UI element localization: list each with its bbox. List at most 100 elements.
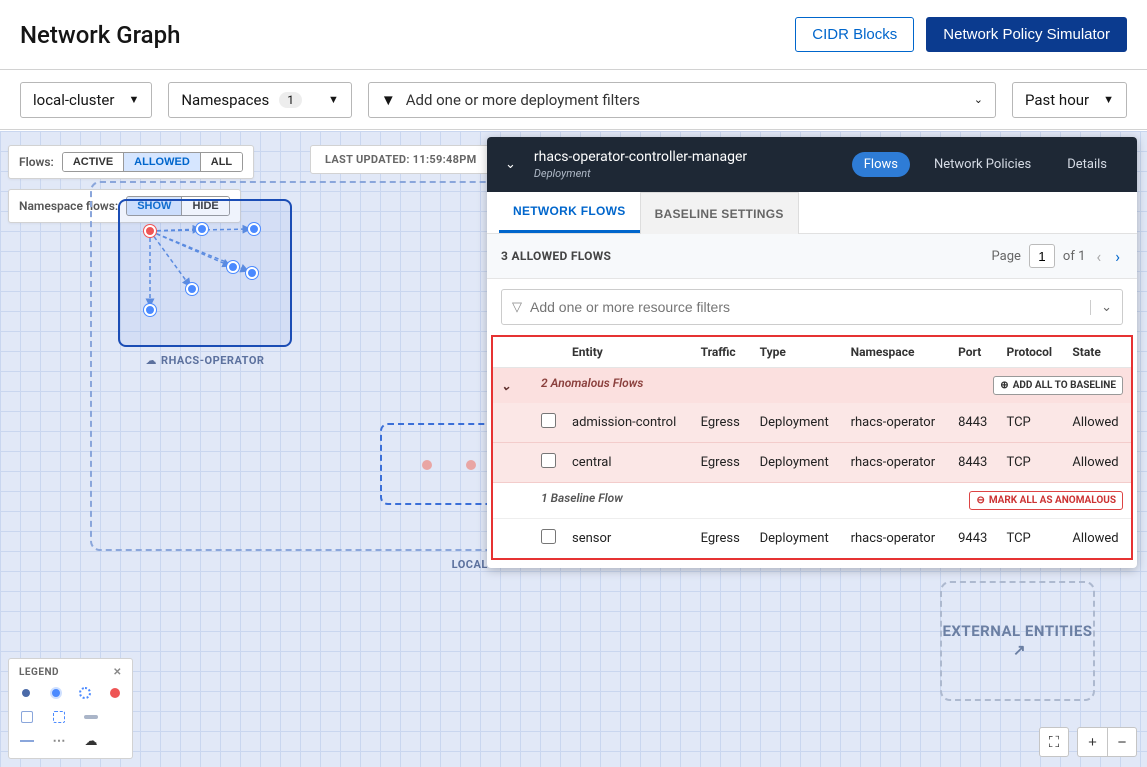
cell-state: Allowed bbox=[1064, 403, 1131, 443]
zoom-in-button[interactable]: + bbox=[1077, 727, 1107, 757]
caret-down-icon[interactable]: ⌄ bbox=[1090, 300, 1112, 315]
tab-details[interactable]: Details bbox=[1055, 152, 1119, 177]
fullscreen-button[interactable]: ⛶ bbox=[1039, 727, 1069, 757]
cell-type: Deployment bbox=[752, 443, 843, 483]
cluster-value: local-cluster bbox=[33, 91, 114, 109]
graph-node[interactable] bbox=[186, 283, 198, 295]
network-graph-canvas[interactable]: Flows: ACTIVE ALLOWED ALL Namespace flow… bbox=[0, 131, 1147, 767]
page-of: of 1 bbox=[1063, 249, 1085, 264]
cidr-blocks-button[interactable]: CIDR Blocks bbox=[795, 17, 914, 52]
external-entities-box[interactable]: EXTERNAL ENTITIES ↗ bbox=[940, 581, 1095, 701]
cell-state: Allowed bbox=[1064, 519, 1131, 559]
graph-node-selected[interactable] bbox=[144, 225, 156, 237]
cell-protocol: TCP bbox=[999, 403, 1065, 443]
legend-panel: LEGEND ✕ bbox=[8, 658, 133, 759]
external-link-icon: ↗ bbox=[1013, 641, 1026, 659]
namespaces-count: 1 bbox=[279, 92, 302, 108]
legend-square-dashed-icon bbox=[51, 710, 67, 724]
cell-traffic: Egress bbox=[693, 519, 752, 559]
cell-port: 8443 bbox=[950, 443, 998, 483]
cell-port: 8443 bbox=[950, 403, 998, 443]
legend-dot-outline-icon bbox=[79, 686, 93, 700]
chevron-down-icon[interactable]: ⌄ bbox=[501, 379, 511, 393]
tab-flows[interactable]: Flows bbox=[852, 152, 910, 177]
legend-cloud-icon bbox=[83, 734, 99, 748]
legend-title: LEGEND bbox=[19, 667, 59, 678]
col-namespace[interactable]: Namespace bbox=[843, 337, 951, 368]
page-label: Page bbox=[992, 249, 1021, 264]
page-input[interactable] bbox=[1029, 244, 1055, 268]
deployment-filter-placeholder: Add one or more deployment filters bbox=[406, 91, 640, 109]
graph-node[interactable] bbox=[466, 460, 476, 470]
page-next-button[interactable]: › bbox=[1112, 247, 1123, 266]
anomalous-group-label: 2 Anomalous Flows bbox=[541, 376, 643, 390]
subtab-network-flows[interactable]: NETWORK FLOWS bbox=[499, 192, 640, 233]
graph-node[interactable] bbox=[144, 304, 156, 316]
row-checkbox[interactable] bbox=[541, 453, 556, 468]
graph-node[interactable] bbox=[422, 460, 432, 470]
page-title: Network Graph bbox=[20, 21, 180, 49]
collapse-icon[interactable]: ⌄ bbox=[505, 157, 516, 172]
external-entities-label: EXTERNAL ENTITIES bbox=[942, 622, 1092, 640]
legend-line-thick-icon bbox=[83, 710, 99, 724]
col-state[interactable]: State bbox=[1064, 337, 1131, 368]
plus-circle-icon: ⊕ bbox=[1000, 380, 1008, 391]
last-updated: LAST UPDATED: 11:59:48PM bbox=[310, 145, 492, 174]
tab-network-policies[interactable]: Network Policies bbox=[922, 152, 1043, 177]
caret-down-icon: ▼ bbox=[1103, 93, 1114, 106]
resource-filter-input[interactable] bbox=[530, 299, 1090, 315]
caret-down-icon: ▼ bbox=[128, 93, 139, 106]
row-checkbox[interactable] bbox=[541, 413, 556, 428]
namespace-box-selected[interactable]: RHACS-OPERATOR bbox=[118, 199, 292, 347]
flows-count: 3 ALLOWED FLOWS bbox=[501, 249, 611, 263]
flows-active-toggle[interactable]: ACTIVE bbox=[63, 153, 123, 171]
cluster-select[interactable]: local-cluster ▼ bbox=[20, 82, 152, 118]
flows-all-toggle[interactable]: ALL bbox=[200, 153, 242, 171]
cell-traffic: Egress bbox=[693, 443, 752, 483]
cell-namespace: rhacs-operator bbox=[843, 519, 951, 559]
col-port[interactable]: Port bbox=[950, 337, 998, 368]
cell-type: Deployment bbox=[752, 403, 843, 443]
subtab-baseline-settings[interactable]: BASELINE SETTINGS bbox=[640, 192, 799, 234]
panel-subtitle: Deployment bbox=[534, 167, 747, 180]
cell-state: Allowed bbox=[1064, 443, 1131, 483]
table-row[interactable]: admission-control Egress Deployment rhac… bbox=[493, 403, 1131, 443]
legend-dot-filled-icon bbox=[49, 686, 63, 700]
mark-all-anomalous-button[interactable]: ⊖MARK ALL AS ANOMALOUS bbox=[969, 491, 1123, 510]
time-range-select[interactable]: Past hour ▼ bbox=[1012, 82, 1127, 118]
deployment-filter-select[interactable]: ▼ Add one or more deployment filters ⌄ bbox=[368, 82, 996, 118]
minus-circle-icon: ⊖ bbox=[976, 495, 984, 506]
col-entity[interactable]: Entity bbox=[564, 337, 693, 368]
caret-down-icon: ▼ bbox=[328, 93, 339, 106]
zoom-out-button[interactable]: − bbox=[1107, 727, 1137, 757]
namespaces-select[interactable]: Namespaces 1 ▼ bbox=[168, 82, 351, 118]
legend-line-dotted-icon bbox=[51, 734, 67, 748]
filter-icon: ▽ bbox=[512, 300, 522, 315]
flows-table: Entity Traffic Type Namespace Port Proto… bbox=[491, 335, 1133, 560]
add-all-to-baseline-button[interactable]: ⊕ADD ALL TO BASELINE bbox=[993, 376, 1123, 395]
legend-line-icon bbox=[19, 734, 35, 748]
close-icon[interactable]: ✕ bbox=[113, 667, 122, 678]
graph-node[interactable] bbox=[246, 267, 258, 279]
cell-entity: central bbox=[564, 443, 693, 483]
table-row[interactable]: central Egress Deployment rhacs-operator… bbox=[493, 443, 1131, 483]
row-checkbox[interactable] bbox=[541, 529, 556, 544]
namespace-label: RHACS-OPERATOR bbox=[146, 354, 265, 367]
legend-dot-icon bbox=[19, 686, 33, 700]
col-traffic[interactable]: Traffic bbox=[693, 337, 752, 368]
graph-node[interactable] bbox=[196, 223, 208, 235]
page-prev-button[interactable]: ‹ bbox=[1093, 247, 1104, 266]
cell-traffic: Egress bbox=[693, 403, 752, 443]
col-type[interactable]: Type bbox=[752, 337, 843, 368]
caret-down-icon: ⌄ bbox=[974, 93, 983, 106]
graph-node[interactable] bbox=[227, 261, 239, 273]
graph-node[interactable] bbox=[248, 223, 260, 235]
cell-entity: admission-control bbox=[564, 403, 693, 443]
network-policy-simulator-button[interactable]: Network Policy Simulator bbox=[926, 17, 1127, 52]
cell-entity: sensor bbox=[564, 519, 693, 559]
table-row[interactable]: sensor Egress Deployment rhacs-operator … bbox=[493, 519, 1131, 559]
cell-namespace: rhacs-operator bbox=[843, 403, 951, 443]
cell-namespace: rhacs-operator bbox=[843, 443, 951, 483]
col-protocol[interactable]: Protocol bbox=[999, 337, 1065, 368]
flows-allowed-toggle[interactable]: ALLOWED bbox=[123, 153, 200, 171]
